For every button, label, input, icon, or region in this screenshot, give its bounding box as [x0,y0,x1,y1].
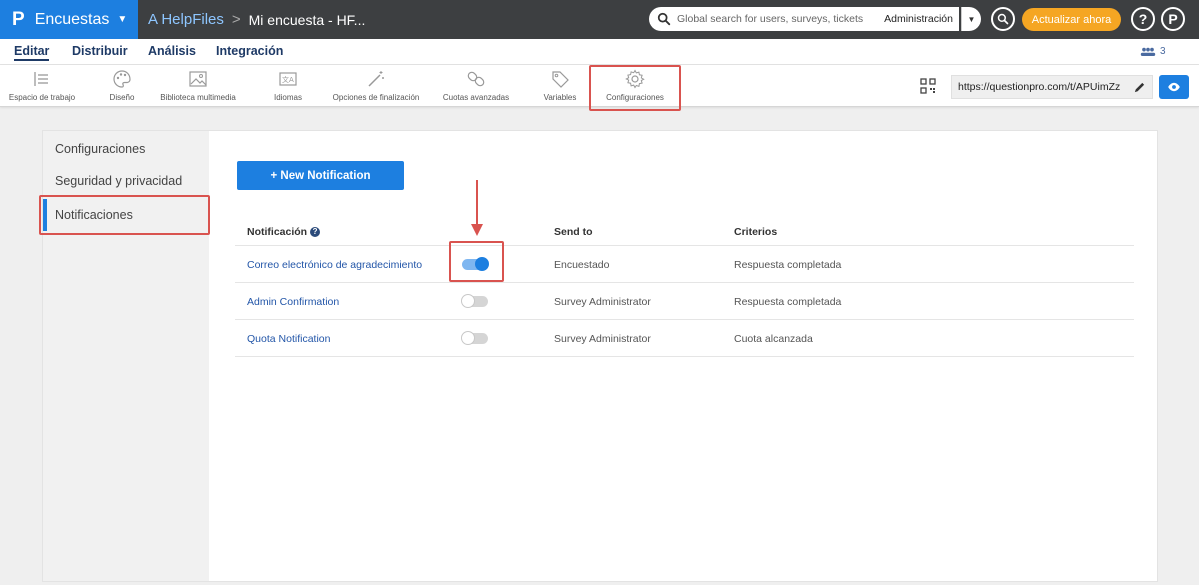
tool-label: Biblioteca multimedia [160,93,236,102]
table-row: Quota Notification Survey Administrator … [235,320,1134,357]
magic-wand-icon [368,71,384,87]
tool-languages[interactable]: 文A Idiomas [266,65,310,107]
column-header-criteria: Criterios [734,226,778,238]
criteria-value: Respuesta completada [734,296,842,308]
notifications-table: Notificación? Send to Criterios Correo e… [235,218,1134,357]
new-notification-button[interactable]: + New Notification [237,161,404,190]
help-button[interactable]: ? [1131,7,1155,31]
breadcrumb-folder[interactable]: A HelpFiles [148,11,224,28]
menu-distribuir[interactable]: Distribuir [72,44,128,58]
product-switcher[interactable]: P Encuestas ▼ [0,0,138,39]
table-header: Notificación? Send to Criterios [235,218,1134,246]
sidenav-item-configuraciones[interactable]: Configuraciones [55,142,145,156]
tool-media-library[interactable]: Biblioteca multimedia [146,65,250,107]
search-circle-button[interactable] [991,7,1015,31]
search-icon [997,13,1009,25]
tag-icon [552,71,569,88]
svg-text:文A: 文A [282,75,294,84]
column-header-notification: Notificación? [247,226,321,238]
image-icon [189,71,207,87]
tool-variables[interactable]: Variables [538,65,582,107]
top-bar: P Encuestas ▼ A HelpFiles > Mi encuesta … [0,0,1199,39]
search-icon [657,12,671,26]
send-to-value: Encuestado [554,259,610,271]
global-search[interactable]: Global search for users, surveys, ticket… [649,7,959,31]
breadcrumb-survey[interactable]: Mi encuesta - HF... [249,12,366,28]
upgrade-button[interactable]: Actualizar ahora [1022,8,1121,31]
send-to-value: Survey Administrator [554,296,651,308]
tool-design[interactable]: Diseño [100,65,144,107]
criteria-value: Cuota alcanzada [734,333,813,345]
product-label: Encuestas [34,10,110,28]
tool-label: Variables [543,93,577,102]
help-icon[interactable]: ? [310,227,321,238]
settings-highlight-box [589,65,681,111]
tool-label: Opciones de finalización [332,93,420,102]
notification-name-link[interactable]: Admin Confirmation [247,296,339,308]
sidenav-item-seguridad[interactable]: Seguridad y privacidad [55,174,182,188]
profile-button[interactable]: P [1161,7,1185,31]
arrow-down-annotation-icon [471,180,483,236]
breadcrumb-separator: > [231,11,241,28]
palette-icon [113,70,131,88]
tool-workspace[interactable]: Espacio de trabajo [4,65,80,107]
menu-analisis[interactable]: Análisis [148,44,196,58]
survey-url: https://questionpro.com/t/APUimZz [958,81,1121,93]
collaborators-indicator[interactable]: 3 [1140,46,1166,57]
breadcrumb: A HelpFiles > Mi encuesta - HF... [148,0,365,39]
table-row: Correo electrónico de agradecimiento Enc… [235,246,1134,283]
settings-panel: Configuraciones Seguridad y privacidad N… [39,130,1158,582]
scope-dropdown-caret-icon[interactable]: ▼ [961,7,981,31]
notifications-highlight-box [39,195,210,235]
search-input[interactable]: Global search for users, surveys, ticket… [677,13,884,25]
questionpro-logo: P [12,8,25,30]
notification-name-link[interactable]: Quota Notification [247,333,330,345]
admin-scope-label[interactable]: Administración [884,13,953,25]
tool-label: Cuotas avanzadas [442,93,510,102]
notification-toggle[interactable] [461,331,488,345]
menu-editar[interactable]: Editar [14,44,50,61]
column-header-send-to: Send to [554,226,593,238]
users-icon [1140,47,1156,56]
chain-icon [467,71,485,87]
send-to-value: Survey Administrator [554,333,651,345]
eye-icon [1168,82,1180,92]
translate-icon: 文A [279,72,297,86]
notification-name-link[interactable]: Correo electrónico de agradecimiento [247,259,422,271]
survey-url-field[interactable]: https://questionpro.com/t/APUimZz [951,75,1153,99]
table-row: Admin Confirmation Survey Administrator … [235,283,1134,320]
preview-button[interactable] [1159,75,1189,99]
pencil-icon[interactable] [1133,81,1146,94]
tool-end-options[interactable]: Opciones de finalización [326,65,426,107]
notification-toggle[interactable] [461,294,488,308]
caret-down-icon: ▼ [117,14,128,25]
tool-label: Diseño [109,93,135,102]
tool-label: Idiomas [273,93,302,102]
criteria-value: Respuesta completada [734,259,842,271]
qr-code-icon[interactable] [920,78,936,94]
tool-advanced-quotas[interactable]: Cuotas avanzadas [432,65,520,107]
collaborators-count: 3 [1160,46,1166,57]
tool-label: Espacio de trabajo [8,93,76,102]
workspace-icon [34,72,48,86]
main-menu: Editar Distribuir Análisis Integración 3 [0,39,1199,65]
survey-toolbar: Espacio de trabajo Diseño Biblioteca mul… [0,65,1199,111]
toggle-highlight-box [449,241,504,282]
menu-integracion[interactable]: Integración [216,44,283,58]
